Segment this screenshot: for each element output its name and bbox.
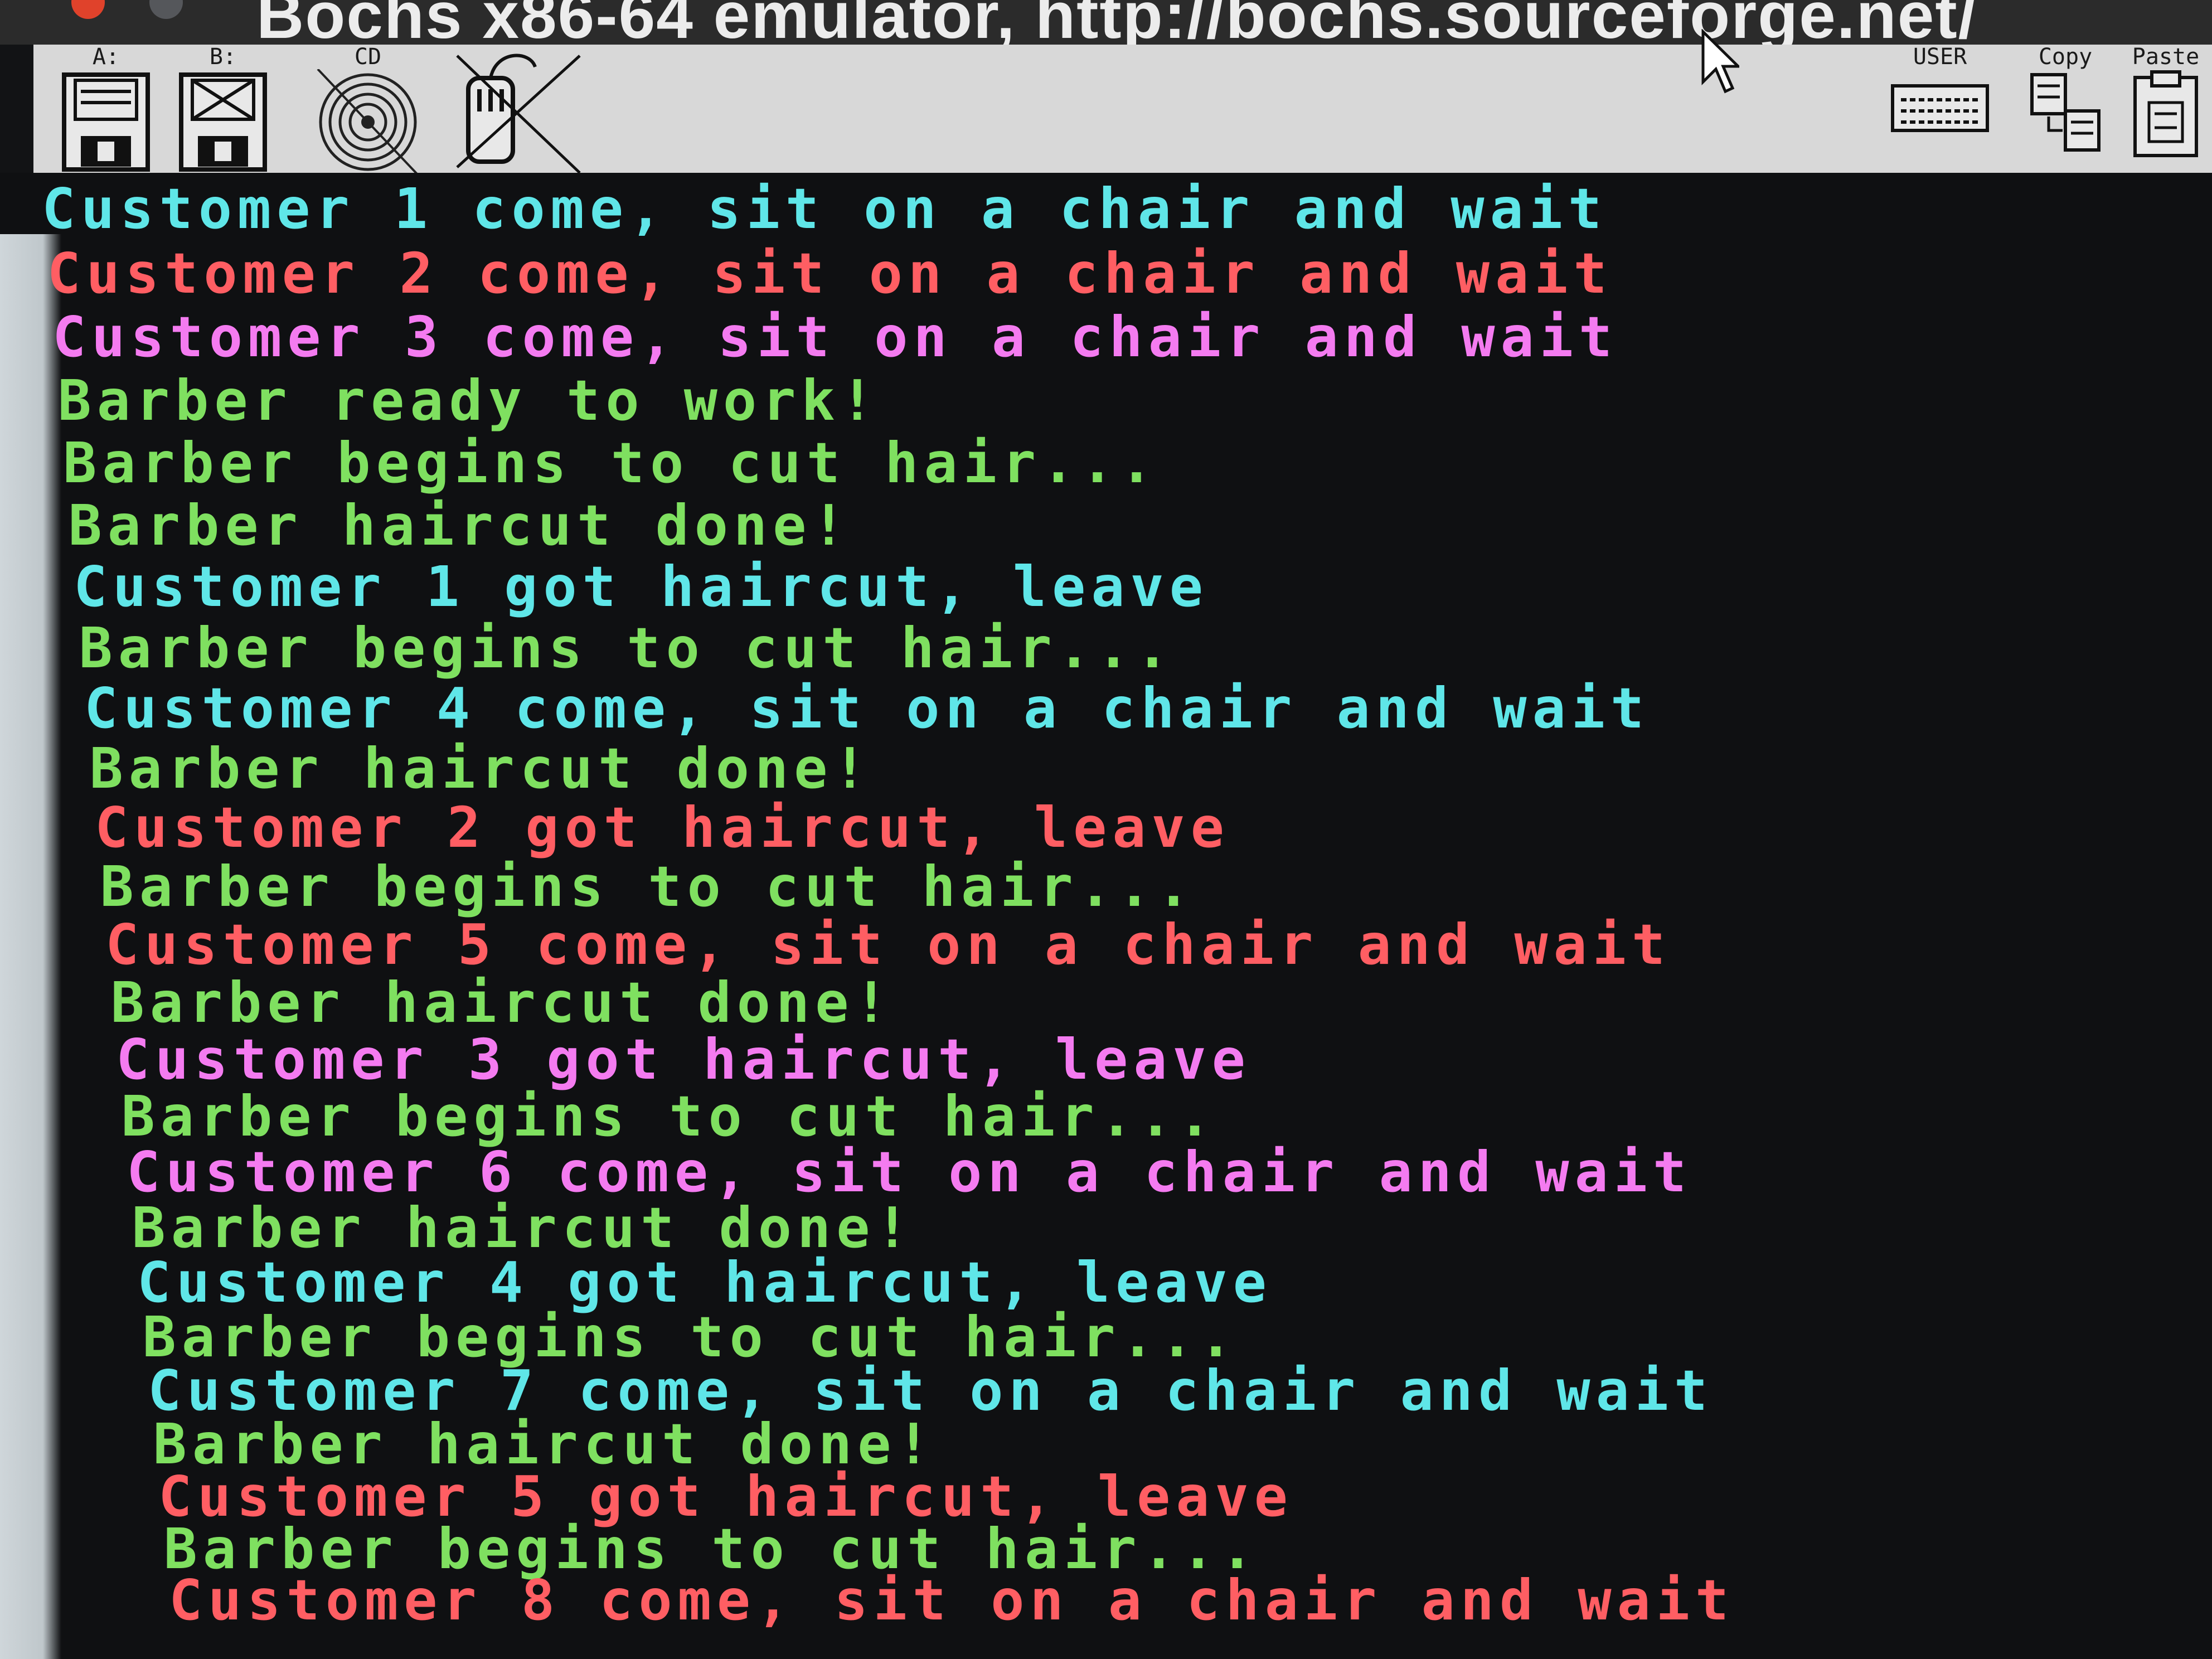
paste-clipboard-icon xyxy=(2133,70,2198,157)
floppy-a-button[interactable]: A: xyxy=(56,45,156,178)
console-line: Customer 1 got haircut, leave xyxy=(74,554,1209,619)
paste-button[interactable]: Paste xyxy=(2124,45,2208,178)
window-left-edge xyxy=(0,234,61,1659)
console-line: Customer 1 come, sit on a chair and wait xyxy=(42,176,1608,241)
console-line: Customer 5 come, sit on a chair and wait xyxy=(105,912,1671,977)
floppy-b-label: B: xyxy=(209,44,237,70)
console-line: Barber haircut done! xyxy=(110,969,894,1035)
console-line: Barber haircut done! xyxy=(132,1195,915,1260)
copy-button[interactable]: Copy xyxy=(2024,45,2107,178)
floppy-b-button[interactable]: B: xyxy=(173,45,273,178)
console-line: Customer 4 come, sit on a chair and wait xyxy=(84,676,1650,741)
console-line: Barber ready to work! xyxy=(57,367,880,433)
console-line: Customer 8 come, sit on a chair and wait xyxy=(169,1568,1735,1633)
console-line: Barber begins to cut hair... xyxy=(100,853,1196,919)
console-line: Customer 2 got haircut, leave xyxy=(95,795,1230,860)
copy-icon xyxy=(2030,73,2101,152)
cdrom-label: CD xyxy=(354,44,382,70)
copy-label: Copy xyxy=(2038,44,2093,70)
console-line: Customer 6 come, sit on a chair and wait xyxy=(127,1139,1692,1205)
console-line: Barber haircut done! xyxy=(68,492,851,558)
paste-label: Paste xyxy=(2132,44,2200,70)
floppy-disk-icon xyxy=(62,72,150,172)
floppy-a-label: A: xyxy=(92,44,120,70)
floppy-disk-icon xyxy=(179,72,267,172)
console-line: Barber begins to cut hair... xyxy=(63,430,1159,496)
minimize-window-button[interactable] xyxy=(149,0,183,19)
console-line: Customer 7 come, sit on a chair and wait xyxy=(148,1358,1714,1423)
console-line: Barber begins to cut hair... xyxy=(79,615,1175,681)
keyboard-icon xyxy=(1891,84,1989,132)
mouse-pointer-icon xyxy=(1701,29,1739,94)
window-title-bar: Bochs x86-64 emulator, http://bochs.sour… xyxy=(0,0,2212,52)
close-window-button[interactable] xyxy=(71,0,105,19)
console-line: Barber begins to cut hair... xyxy=(121,1083,1217,1149)
console-line: Customer 3 come, sit on a chair and wait xyxy=(52,304,1618,370)
cdrom-button[interactable]: CD xyxy=(307,45,429,178)
console-line: Barber haircut done! xyxy=(89,735,872,801)
console-line: Barber begins to cut hair... xyxy=(142,1304,1239,1370)
mouse-icon xyxy=(456,54,581,174)
user-button[interactable]: USER xyxy=(1884,45,1996,178)
mouse-toggle-button[interactable] xyxy=(446,45,591,178)
console-line: Customer 4 got haircut, leave xyxy=(137,1250,1272,1315)
user-label: USER xyxy=(1913,44,1967,70)
console-line: Customer 3 got haircut, leave xyxy=(116,1027,1251,1092)
cdrom-disc-icon xyxy=(317,69,419,175)
console-line: Customer 2 come, sit on a chair and wait xyxy=(47,240,1613,306)
